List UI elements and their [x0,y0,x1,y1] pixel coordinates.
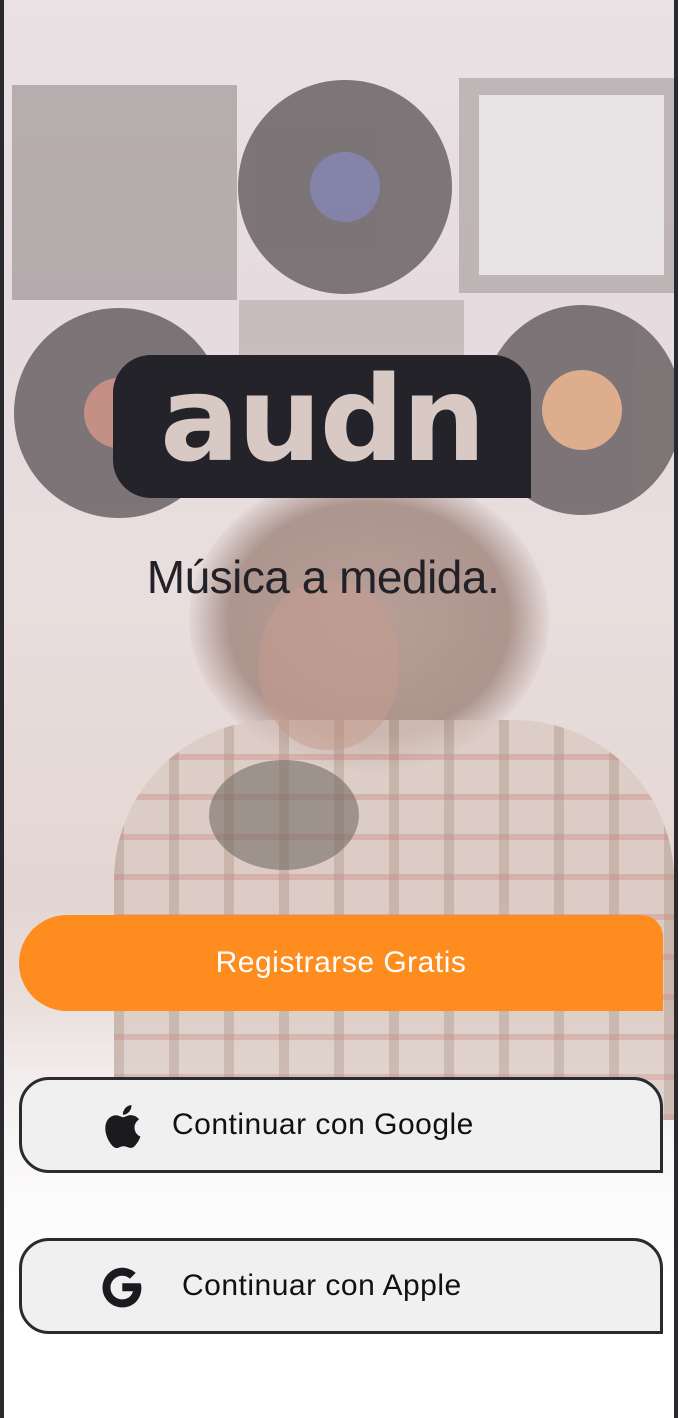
poster-sleeve-inner [479,95,664,275]
app-screen: audn Música a medida. Registrarse Gratis… [0,0,678,1418]
logo-text: audn [159,350,486,488]
apple-icon [100,1104,144,1149]
register-free-label: Registrarse Gratis [215,946,467,979]
background-photo [4,0,674,1418]
register-free-button[interactable]: Registrarse Gratis [19,915,663,1011]
tagline: Música a medida. [146,551,500,603]
vinyl-record [238,80,452,294]
photo-headphones [209,760,359,870]
photo-person-face [259,580,399,750]
continue-google-button[interactable]: Continuar con Google [19,1077,663,1173]
continue-google-label: Continuar con Google [172,1108,474,1141]
continue-apple-button[interactable]: Continuar con Apple [19,1238,663,1334]
google-icon [100,1265,144,1309]
audn-logo: audn [113,355,531,498]
continue-apple-label: Continuar con Apple [182,1269,462,1302]
poster-piano [12,85,237,300]
